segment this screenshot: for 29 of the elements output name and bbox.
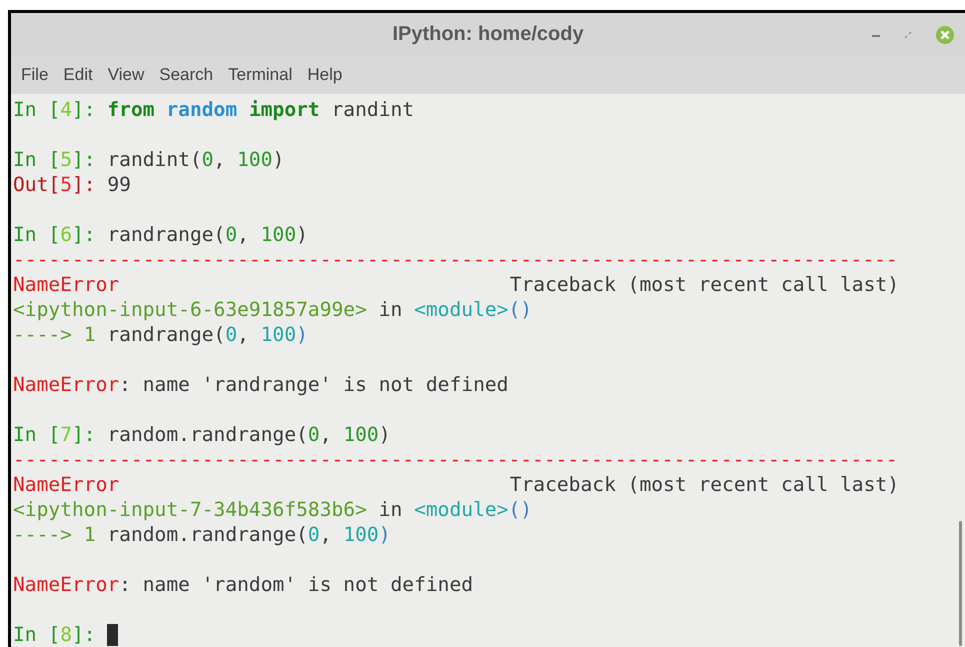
- scrollbar[interactable]: [959, 521, 962, 646]
- traceback-header: Traceback (most recent call last): [510, 272, 899, 297]
- menu-item[interactable]: Terminal: [228, 62, 292, 88]
- text-cursor: [107, 624, 118, 646]
- menu-item[interactable]: View: [108, 62, 144, 88]
- input-prompt: In [8]:: [13, 622, 97, 647]
- terminal-line: <ipython-input-6-63e91857a99e> in <module>(): [13, 297, 532, 322]
- terminal-line: <ipython-input-7-34b436f583b6> in <module>(): [13, 497, 532, 522]
- error-name: NameError: [13, 272, 120, 297]
- close-icon[interactable]: [935, 25, 955, 45]
- window-title: IPython: home/cody: [392, 22, 584, 48]
- restore-icon[interactable]: [903, 30, 913, 40]
- terminal-line: ----> 1 random.randrange(0, 100): [13, 522, 390, 547]
- error-name: NameError: [13, 472, 120, 497]
- terminal-line: Out[5]: 99: [13, 172, 131, 197]
- traceback-header: Traceback (most recent call last): [510, 472, 899, 497]
- menu-item[interactable]: File: [21, 62, 48, 88]
- terminal-line: NameError: name 'random' is not defined: [13, 572, 474, 597]
- terminal-line: ----> 1 randrange(0, 100): [13, 322, 308, 347]
- separator-line: ---------------------------------------------------------------------------: [13, 248, 898, 271]
- menu-item[interactable]: Help: [307, 62, 342, 88]
- terminal-line: In [7]: random.randrange(0, 100): [13, 422, 390, 447]
- terminal-line: NameError: name 'randrange' is not defined: [13, 372, 508, 397]
- terminal-line: In [4]: from random import randint: [13, 97, 414, 122]
- menu-item[interactable]: Search: [159, 62, 214, 88]
- terminal-line: In [6]: randrange(0, 100): [13, 222, 308, 247]
- menu-item[interactable]: Edit: [63, 62, 93, 88]
- separator-line: ---------------------------------------------------------------------------: [13, 448, 898, 471]
- terminal-line: In [5]: randint(0, 100): [13, 147, 284, 172]
